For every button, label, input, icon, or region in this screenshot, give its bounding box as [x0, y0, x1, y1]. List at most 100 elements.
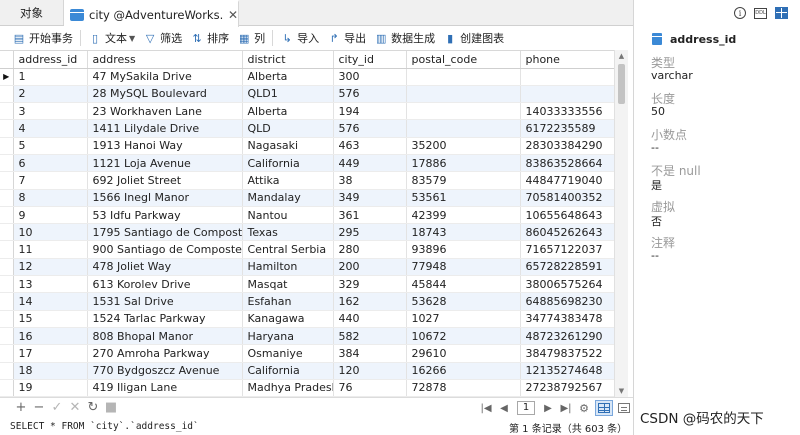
stop-button[interactable]: ■ [102, 400, 120, 416]
table-cell-district[interactable]: Masqat [242, 275, 334, 294]
table-cell-postal-code[interactable]: 35200 [406, 137, 521, 155]
last-page-button[interactable]: ▶| [557, 400, 575, 416]
table-cell-city-id[interactable]: 582 [333, 327, 407, 346]
table-cell-city-id[interactable]: 576 [333, 85, 407, 104]
table-cell-city-id[interactable]: 300 [333, 68, 407, 86]
table-cell-phone[interactable]: 12135274648 [520, 362, 616, 380]
scroll-down-icon[interactable]: ▼ [615, 385, 628, 397]
table-cell-address-id[interactable]: 15 [13, 310, 88, 328]
discard-changes-button[interactable]: ✕ [66, 400, 84, 416]
table-cell-address[interactable]: 28 MySQL Boulevard [87, 85, 243, 104]
vertical-scrollbar[interactable]: ▲ ▼ [614, 50, 628, 397]
column-header-phone[interactable]: phone [520, 51, 616, 69]
table-cell-city-id[interactable]: 76 [333, 379, 407, 397]
table-cell-address[interactable]: 1411 Lilydale Drive [87, 119, 243, 138]
row-indicator[interactable] [0, 258, 14, 277]
delete-record-button[interactable]: − [30, 400, 48, 416]
table-cell-postal-code[interactable]: 18743 [406, 223, 521, 242]
table-row[interactable]: 5 1913 Hanoi Way Nagasaki 463 35200 283033842… [0, 137, 616, 155]
table-cell-phone[interactable]: 34774383478 [520, 310, 616, 328]
table-cell-address[interactable]: 1795 Santiago de Composte [87, 223, 243, 242]
table-cell-city-id[interactable]: 349 [333, 189, 407, 207]
row-indicator[interactable] [0, 344, 14, 363]
table-cell-city-id[interactable]: 440 [333, 310, 407, 328]
table-cell-district[interactable]: California [242, 154, 334, 173]
row-indicator[interactable] [0, 275, 14, 294]
table-cell-district[interactable]: Texas [242, 223, 334, 242]
table-cell-city-id[interactable]: 200 [333, 258, 407, 277]
table-cell-postal-code[interactable]: 1027 [406, 310, 521, 328]
table-cell-postal-code[interactable]: 10672 [406, 327, 521, 346]
column-header-postal-code[interactable]: postal_code [406, 51, 521, 69]
table-cell-address[interactable]: 808 Bhopal Manor [87, 327, 243, 346]
apply-changes-button[interactable]: ✓ [48, 400, 66, 416]
table-row[interactable]: 13 613 Korolev Drive Masqat 329 45844 3800657… [0, 275, 616, 294]
table-cell-district[interactable]: Esfahan [242, 292, 334, 311]
field-view-icon[interactable] [775, 7, 788, 19]
table-row[interactable]: 10 1795 Santiago de Composte Texas 295 18743… [0, 223, 616, 242]
table-cell-postal-code[interactable]: 53628 [406, 292, 521, 311]
row-indicator[interactable] [0, 292, 14, 311]
table-cell-address[interactable]: 770 Bydgoszcz Avenue [87, 362, 243, 380]
info-icon[interactable]: i [734, 7, 746, 19]
row-indicator[interactable] [0, 119, 14, 138]
table-cell-phone[interactable]: 28303384290 [520, 137, 616, 155]
table-cell-district[interactable]: Mandalay [242, 189, 334, 207]
table-cell-address-id[interactable]: 18 [13, 362, 88, 380]
table-cell-address-id[interactable]: 11 [13, 240, 88, 259]
table-row[interactable]: 14 1531 Sal Drive Esfahan 162 53628 648856982… [0, 292, 616, 311]
table-cell-city-id[interactable]: 361 [333, 206, 407, 225]
table-cell-city-id[interactable]: 295 [333, 223, 407, 242]
filter-button[interactable]: ▽ 筛选 [139, 28, 186, 48]
table-cell-city-id[interactable]: 463 [333, 137, 407, 155]
row-indicator[interactable] [0, 327, 14, 346]
table-cell-city-id[interactable]: 38 [333, 171, 407, 190]
row-indicator[interactable] [0, 362, 14, 380]
table-row[interactable]: 16 808 Bhopal Manor Haryana 582 10672 4872326… [0, 327, 616, 346]
table-cell-phone[interactable]: 6172235589 [520, 119, 616, 138]
table-cell-address-id[interactable]: 10 [13, 223, 88, 242]
table-cell-address[interactable]: 1524 Tarlac Parkway [87, 310, 243, 328]
page-number-input[interactable]: 1 [517, 401, 535, 415]
row-indicator[interactable] [0, 240, 14, 259]
table-cell-postal-code[interactable] [406, 85, 521, 104]
scroll-up-icon[interactable]: ▲ [615, 50, 628, 62]
table-cell-postal-code[interactable]: 16266 [406, 362, 521, 380]
table-cell-district[interactable]: Madhya Pradesh [242, 379, 334, 397]
form-view-button[interactable] [615, 400, 633, 416]
current-row-indicator[interactable]: ▶ [0, 68, 14, 86]
table-cell-address[interactable]: 613 Korolev Drive [87, 275, 243, 294]
table-cell-district[interactable]: Attika [242, 171, 334, 190]
scrollbar-thumb[interactable] [618, 64, 625, 104]
table-cell-postal-code[interactable]: 83579 [406, 171, 521, 190]
table-cell-phone[interactable]: 14033333556 [520, 102, 616, 121]
table-cell-phone[interactable]: 86045262643 [520, 223, 616, 242]
table-cell-postal-code[interactable]: 42399 [406, 206, 521, 225]
table-row[interactable]: 11 900 Santiago de Compostela Central Serb… [0, 240, 616, 259]
first-page-button[interactable]: |◀ [477, 400, 495, 416]
table-row[interactable]: 15 1524 Tarlac Parkway Kanagawa 440 1027 3477… [0, 310, 616, 328]
gear-icon[interactable]: ⚙ [575, 400, 593, 416]
tab-city-table[interactable]: city @AdventureWorks... ✕ [64, 0, 239, 27]
table-cell-city-id[interactable]: 194 [333, 102, 407, 121]
table-cell-phone[interactable]: 38006575264 [520, 275, 616, 294]
data-generation-button[interactable]: ▥ 数据生成 [370, 28, 439, 48]
table-cell-postal-code[interactable]: 72878 [406, 379, 521, 397]
row-indicator[interactable] [0, 102, 14, 121]
table-row[interactable]: 3 23 Workhaven Lane Alberta 194 14033333556 [0, 102, 616, 121]
column-header-district[interactable]: district [242, 51, 334, 69]
column-header-address-id[interactable]: address_id [13, 51, 88, 69]
table-cell-district[interactable]: Nantou [242, 206, 334, 225]
columns-button[interactable]: ▦ 列 [233, 28, 269, 48]
table-cell-postal-code[interactable]: 17886 [406, 154, 521, 173]
table-row[interactable]: 19 419 Iligan Lane Madhya Pradesh 76 72878 27… [0, 379, 616, 397]
table-row[interactable]: 9 53 Idfu Parkway Nantou 361 42399 1065564864… [0, 206, 616, 225]
table-cell-address[interactable]: 478 Joliet Way [87, 258, 243, 277]
table-cell-address-id[interactable]: 4 [13, 119, 88, 138]
table-cell-address-id[interactable]: 5 [13, 137, 88, 155]
table-cell-address-id[interactable]: 12 [13, 258, 88, 277]
table-cell-address-id[interactable]: 14 [13, 292, 88, 311]
row-indicator[interactable] [0, 154, 14, 173]
table-cell-phone[interactable]: 71657122037 [520, 240, 616, 259]
table-cell-city-id[interactable]: 576 [333, 119, 407, 138]
